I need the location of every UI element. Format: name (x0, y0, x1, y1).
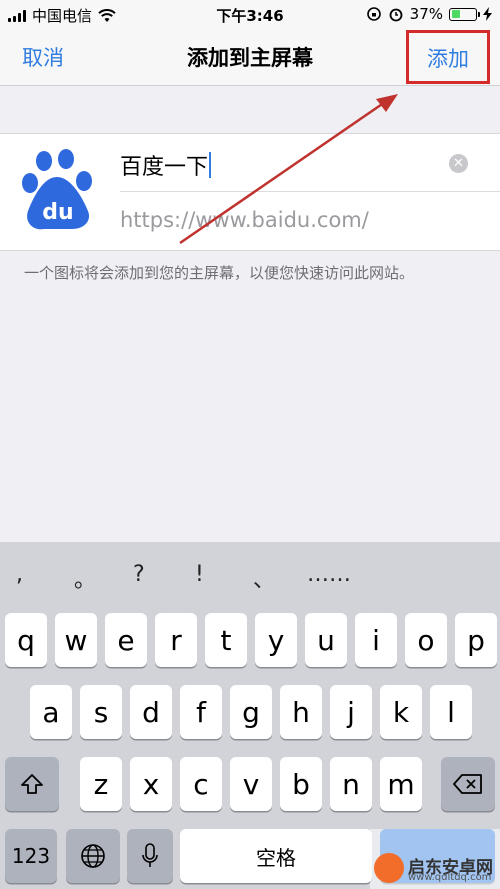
key-z[interactable]: z (80, 757, 122, 811)
punct-key[interactable]: , (16, 562, 23, 587)
annotation-arrow-icon (179, 94, 398, 245)
watermark-url: www.qdltdq.com (408, 872, 492, 883)
key-t[interactable]: t (205, 613, 247, 667)
key-s[interactable]: s (80, 685, 122, 739)
shift-icon (21, 774, 43, 794)
globe-icon (81, 844, 105, 868)
microphone-icon (142, 843, 158, 867)
shift-key[interactable] (5, 757, 59, 811)
key-j[interactable]: j (330, 685, 372, 739)
punct-key[interactable]: ? (133, 562, 145, 587)
key-r[interactable]: r (155, 613, 197, 667)
key-m[interactable]: m (380, 757, 422, 811)
key-f[interactable]: f (180, 685, 222, 739)
key-o[interactable]: o (405, 613, 447, 667)
numbers-key[interactable]: 123 (5, 829, 57, 883)
space-key[interactable]: 空格 (180, 829, 372, 883)
backspace-icon (453, 774, 482, 794)
key-w[interactable]: w (55, 613, 97, 667)
key-n[interactable]: n (330, 757, 372, 811)
key-y[interactable]: y (255, 613, 297, 667)
punct-key[interactable]: ! (195, 562, 204, 587)
key-x[interactable]: x (130, 757, 172, 811)
key-p[interactable]: p (455, 613, 497, 667)
key-e[interactable]: e (105, 613, 147, 667)
microphone-key[interactable] (127, 829, 173, 883)
watermark-logo-icon (374, 853, 404, 883)
key-g[interactable]: g (230, 685, 272, 739)
key-c[interactable]: c (180, 757, 222, 811)
key-k[interactable]: k (380, 685, 422, 739)
punct-key[interactable]: 。 (74, 562, 96, 594)
key-u[interactable]: u (305, 613, 347, 667)
globe-key[interactable] (66, 829, 120, 883)
backspace-key[interactable] (441, 757, 495, 811)
punctuation-bar: , 。 ? ! 、 …… (0, 542, 500, 606)
key-d[interactable]: d (130, 685, 172, 739)
key-h[interactable]: h (280, 685, 322, 739)
key-b[interactable]: b (280, 757, 322, 811)
punct-key[interactable]: …… (307, 562, 351, 587)
punct-key[interactable]: 、 (253, 562, 275, 594)
key-l[interactable]: l (430, 685, 472, 739)
key-i[interactable]: i (355, 613, 397, 667)
key-a[interactable]: a (30, 685, 72, 739)
key-q[interactable]: q (5, 613, 47, 667)
key-v[interactable]: v (230, 757, 272, 811)
